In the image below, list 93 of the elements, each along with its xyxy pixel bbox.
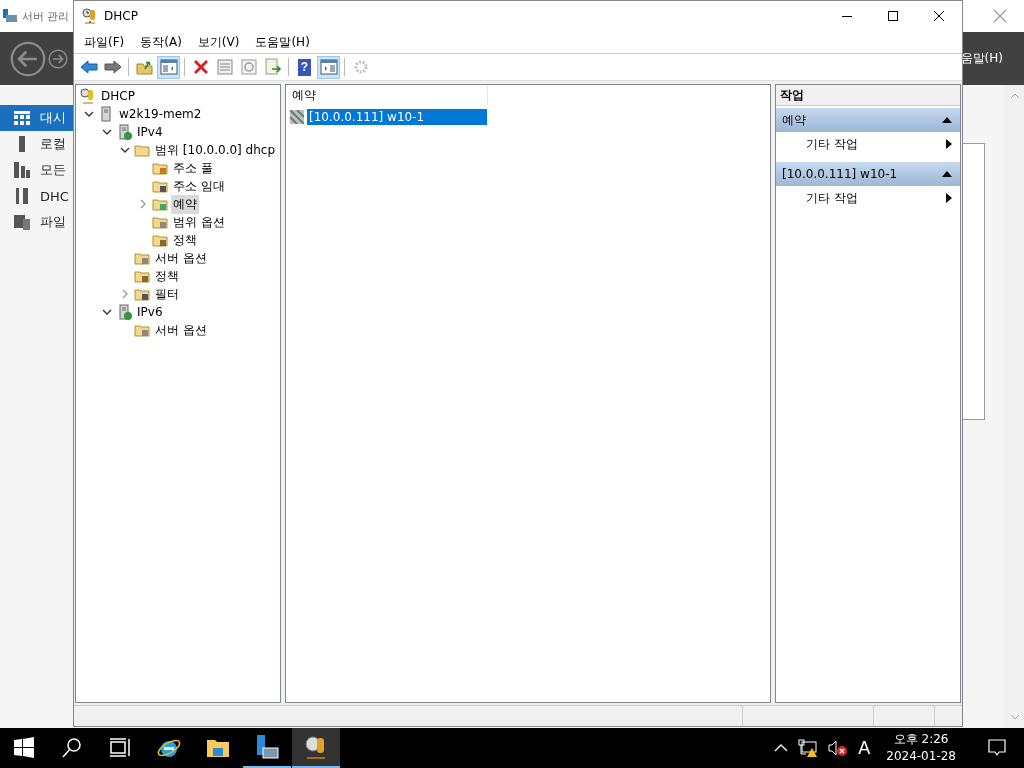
- tree-item[interactable]: w2k19-mem2: [117, 106, 204, 122]
- pane-icon: [319, 58, 338, 76]
- server-icon: [116, 124, 132, 140]
- clock[interactable]: 오후 2:26 2024-01-28: [880, 731, 962, 765]
- sidebar-icon: [14, 162, 30, 178]
- folder-icon: [134, 286, 150, 302]
- expand-icon[interactable]: [121, 289, 129, 299]
- close-icon[interactable]: [993, 9, 1007, 23]
- tree-item[interactable]: 범위 옵션: [171, 212, 227, 232]
- windows-logo-icon: [11, 735, 37, 761]
- action-item[interactable]: 기타 작업: [776, 132, 960, 156]
- toolbar-button[interactable]: [157, 55, 180, 79]
- collapse-icon[interactable]: [942, 117, 952, 123]
- sidebar-item[interactable]: 파일: [0, 209, 73, 235]
- column-header[interactable]: 예약: [286, 85, 488, 105]
- date-text: 2024-01-28: [886, 748, 956, 765]
- tree-item[interactable]: IPv4: [135, 124, 165, 140]
- tree-item[interactable]: 서버 옵션: [153, 248, 209, 268]
- sidebar-icon: [14, 110, 30, 126]
- folder-icon: [134, 250, 150, 266]
- action-item[interactable]: 기타 작업: [776, 186, 960, 210]
- window-title: 서버 관리: [22, 8, 70, 24]
- taskbar-button[interactable]: [292, 728, 340, 768]
- server-manager-icon: [254, 734, 280, 760]
- tree-item[interactable]: DHCP: [99, 88, 137, 104]
- properties-icon: [215, 58, 234, 76]
- menu-item[interactable]: 움말(H): [960, 50, 1003, 67]
- section-title: 예약: [782, 111, 806, 129]
- time-text: 오후 2:26: [893, 731, 949, 748]
- folder-icon: [152, 160, 168, 176]
- notification-icon[interactable]: [988, 739, 1006, 757]
- chevron-up-icon[interactable]: [774, 744, 789, 752]
- export-icon: [263, 58, 282, 76]
- tree-item[interactable]: IPv6: [135, 304, 165, 320]
- close-icon: [934, 11, 944, 21]
- folder-icon: [152, 196, 168, 212]
- menu-item[interactable]: 동작(A): [132, 33, 190, 51]
- folder-icon: [152, 178, 168, 194]
- pane-icon: [159, 58, 178, 76]
- speaker-muted-icon[interactable]: [828, 740, 849, 756]
- submenu-arrow-icon: [946, 139, 952, 149]
- submenu-arrow-icon: [946, 193, 952, 203]
- folder-icon: [134, 322, 150, 338]
- collapse-icon[interactable]: [84, 110, 94, 118]
- tree-item[interactable]: 서버 옵션: [153, 320, 209, 340]
- server-icon: [116, 304, 132, 320]
- section-header[interactable]: 예약: [776, 108, 960, 132]
- folder-icon: [134, 268, 150, 284]
- collapse-icon[interactable]: [102, 128, 112, 136]
- dhcp-icon: [80, 88, 96, 104]
- menu-item[interactable]: 도움말(H): [247, 33, 318, 51]
- sidebar-item[interactable]: DHC: [0, 183, 73, 209]
- menu-item[interactable]: 파일(F): [76, 33, 133, 51]
- input-indicator[interactable]: A: [858, 737, 871, 759]
- list-item[interactable]: [10.0.0.111] w10-1: [307, 109, 487, 125]
- reservation-icon: [290, 110, 304, 124]
- tree-item[interactable]: 주소 풀: [171, 158, 215, 178]
- sidebar-item[interactable]: 모든: [0, 157, 73, 183]
- help-button[interactable]: ?: [293, 55, 316, 79]
- collapse-icon[interactable]: [120, 146, 130, 154]
- collapse-icon[interactable]: [102, 308, 112, 316]
- sidebar-icon: [14, 188, 30, 204]
- folder-icon: [152, 214, 168, 230]
- folder-up-icon: [135, 58, 154, 76]
- expand-icon[interactable]: [139, 199, 147, 209]
- back-arrow-icon: [79, 58, 98, 76]
- collapse-icon[interactable]: [942, 171, 952, 177]
- server-icon: [98, 106, 114, 122]
- folder-icon: [152, 232, 168, 248]
- sidebar-item[interactable]: 대시: [0, 105, 73, 131]
- tree-item[interactable]: 정책: [153, 266, 181, 286]
- tree-item[interactable]: 주소 임대: [171, 176, 227, 196]
- dhcp-icon: [82, 8, 98, 24]
- forward-arrow-icon: [103, 58, 122, 76]
- toolbar-button[interactable]: [317, 55, 340, 79]
- server-manager-icon: [3, 9, 18, 23]
- tree-item[interactable]: 필터: [153, 284, 181, 304]
- tree-item[interactable]: 예약: [171, 194, 199, 214]
- pane-title: 작업: [776, 85, 960, 106]
- folder-icon: [134, 142, 150, 158]
- forward-icon[interactable]: [48, 48, 68, 69]
- maximize-icon: [888, 11, 898, 21]
- section-header[interactable]: [10.0.0.111] w10-1: [776, 162, 960, 186]
- sidebar-icon: [14, 214, 30, 230]
- back-icon[interactable]: [10, 40, 46, 77]
- refresh-icon: [239, 58, 258, 76]
- window-title: DHCP: [104, 9, 138, 23]
- sidebar-item[interactable]: 로컬: [0, 131, 73, 157]
- menu-item[interactable]: 보기(V): [189, 33, 248, 51]
- network-warning-icon[interactable]: [798, 739, 819, 757]
- section-title: [10.0.0.111] w10-1: [782, 167, 898, 181]
- tree-item[interactable]: 범위 [10.0.0.0] dhcp: [153, 140, 278, 160]
- tree-item[interactable]: 정책: [171, 230, 199, 250]
